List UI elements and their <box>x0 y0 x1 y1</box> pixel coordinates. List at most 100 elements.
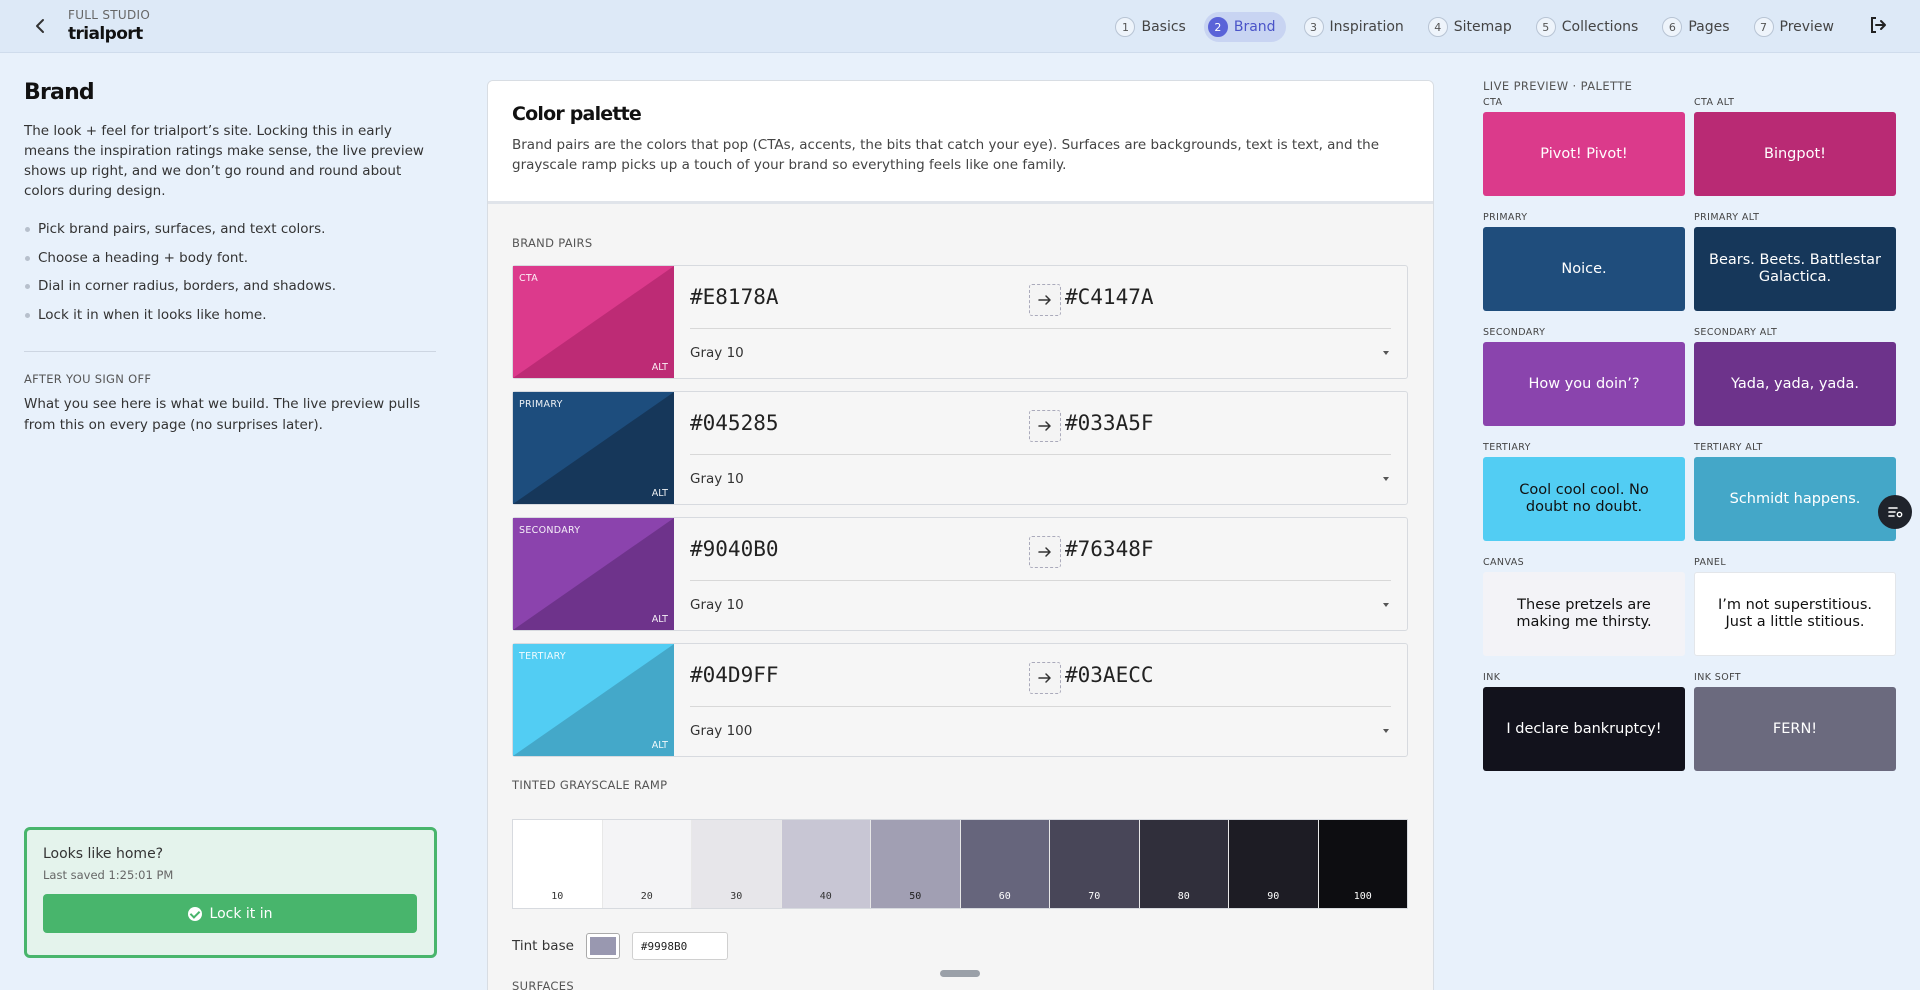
brand-pair-cta: CTA ALT #E8178A #C4147A Gray 10 <box>512 265 1408 379</box>
ramp-step: 90 <box>1229 820 1319 908</box>
preview-tile-label: TERTIARY ALT <box>1694 442 1763 453</box>
step-number: 5 <box>1535 17 1556 37</box>
chevron-down-icon <box>1383 351 1389 355</box>
pair-swatch[interactable]: TERTIARY ALT <box>513 644 674 756</box>
divider <box>690 454 1391 455</box>
sign-out-icon <box>1871 17 1886 33</box>
step-label: Collections <box>1561 19 1639 35</box>
preview-tile-text: These pretzels are making me thirsty. <box>1483 572 1685 656</box>
ramp-step: 40 <box>781 820 871 908</box>
floating-menu-button[interactable] <box>1878 495 1912 529</box>
preview-tile-text: Noice. <box>1483 227 1685 311</box>
lock-question: Looks like home? <box>43 846 164 862</box>
base-hex[interactable]: #04D9FF <box>690 663 779 687</box>
step-sitemap[interactable]: 4 Sitemap <box>1422 12 1518 42</box>
pair-swatch[interactable]: PRIMARY ALT <box>513 392 674 504</box>
preview-tile-label: INK <box>1483 672 1501 683</box>
preview-tile-text: FERN! <box>1694 687 1896 771</box>
base-hex[interactable]: #045285 <box>690 411 779 435</box>
check-circle-icon <box>187 906 202 921</box>
live-preview-title: LIVE PREVIEW · PALETTE <box>1483 79 1633 93</box>
ramp-step: 10 <box>513 820 603 908</box>
text-color-value: Gray 10 <box>690 471 744 487</box>
preview-tile-label: PRIMARY ALT <box>1694 212 1760 223</box>
preview-tile-label: PANEL <box>1694 557 1727 568</box>
tint-hex-input[interactable] <box>631 932 728 960</box>
alt-tag: ALT <box>651 362 668 373</box>
back-button[interactable] <box>28 14 52 38</box>
alt-hex[interactable]: #C4147A <box>1065 285 1154 309</box>
derive-alt-button[interactable] <box>1029 410 1061 442</box>
pair-swatch[interactable]: CTA ALT <box>513 266 674 378</box>
text-color-select[interactable]: Gray 10 <box>690 464 1391 494</box>
alt-hex[interactable]: #03AECC <box>1065 663 1154 687</box>
derive-alt-button[interactable] <box>1029 662 1061 694</box>
step-number: 6 <box>1662 17 1683 37</box>
arrow-right-icon <box>1038 673 1051 683</box>
derive-alt-button[interactable] <box>1029 536 1061 568</box>
ramp-step-label: 50 <box>909 891 922 902</box>
list-item: Choose a heading + body font. <box>24 244 436 273</box>
palette-header: Color palette Brand pairs are the colors… <box>488 81 1433 204</box>
step-label: Inspiration <box>1329 19 1404 35</box>
preview-tile-panel: PANEL I’m not superstitious. Just a litt… <box>1694 557 1896 656</box>
preview-tile-tertiary: TERTIARY Cool cool cool. No doubt no dou… <box>1483 442 1685 541</box>
pair-name: SECONDARY <box>519 525 581 536</box>
ramp-step-label: 100 <box>1353 891 1372 902</box>
step-basics[interactable]: 1 Basics <box>1109 12 1191 42</box>
step-preview[interactable]: 7 Preview <box>1748 12 1841 42</box>
ramp-step: 100 <box>1318 820 1407 908</box>
brand-pair-primary: PRIMARY ALT #045285 #033A5F Gray 10 <box>512 391 1408 505</box>
text-color-select[interactable]: Gray 10 <box>690 338 1391 368</box>
preview-tile-label: PRIMARY <box>1483 212 1528 223</box>
preview-tile-label: SECONDARY ALT <box>1694 327 1778 338</box>
alt-tag: ALT <box>651 488 668 499</box>
ramp-step-label: 30 <box>730 891 743 902</box>
text-color-select[interactable]: Gray 100 <box>690 716 1391 746</box>
tint-swatch <box>589 937 616 955</box>
tint-color-picker[interactable] <box>585 933 620 959</box>
exit-button[interactable] <box>1868 15 1890 37</box>
tint-base-row: Tint base <box>512 932 728 960</box>
arrow-right-icon <box>1038 421 1051 431</box>
step-label: Brand <box>1233 19 1276 35</box>
ramp-step: 30 <box>692 820 782 908</box>
step-nav: 1 Basics 2 Brand 3 Inspiration 4 Sitemap 5 Collec… <box>1109 12 1840 42</box>
lock-button-label: Lock it in <box>209 905 273 922</box>
text-color-value: Gray 100 <box>690 723 753 739</box>
preview-tile-primary: PRIMARY Noice. <box>1483 212 1685 311</box>
preview-tile-tertiary-alt: TERTIARY ALT Schmidt happens. <box>1694 442 1896 541</box>
divider <box>24 351 436 352</box>
alt-hex[interactable]: #033A5F <box>1065 411 1154 435</box>
pair-swatch[interactable]: SECONDARY ALT <box>513 518 674 630</box>
intro-text: The look + feel for trialport’s site. Lo… <box>24 123 424 199</box>
chevron-left-icon <box>36 19 44 33</box>
text-color-value: Gray 10 <box>690 345 744 361</box>
list-item: Lock it in when it looks like home. <box>24 301 436 330</box>
brand-intro-panel: Brand The look + feel for trialport’s si… <box>24 54 436 436</box>
step-pages[interactable]: 6 Pages <box>1656 12 1735 42</box>
color-palette-card: Color palette Brand pairs are the colors… <box>487 80 1434 990</box>
text-color-select[interactable]: Gray 10 <box>690 590 1391 620</box>
ramp-step-label: 60 <box>998 891 1011 902</box>
lock-it-in-button[interactable]: Lock it in <box>43 894 417 933</box>
ramp-step-label: 20 <box>640 891 653 902</box>
base-hex[interactable]: #E8178A <box>690 285 779 309</box>
scroll-handle[interactable] <box>940 970 980 977</box>
ramp-label: TINTED GRAYSCALE RAMP <box>512 778 668 792</box>
step-collections[interactable]: 5 Collections <box>1530 12 1645 42</box>
step-label: Pages <box>1688 19 1730 35</box>
step-brand[interactable]: 2 Brand <box>1203 12 1286 42</box>
surfaces-label: SURFACES <box>512 979 574 990</box>
step-inspiration[interactable]: 3 Inspiration <box>1298 12 1410 42</box>
derive-alt-button[interactable] <box>1029 284 1061 316</box>
arrow-right-icon <box>1038 547 1051 557</box>
list-item: Dial in corner radius, borders, and shad… <box>24 272 436 301</box>
preview-tile-label: TERTIARY <box>1483 442 1531 453</box>
alt-hex[interactable]: #76348F <box>1065 537 1154 561</box>
ramp-step-label: 70 <box>1088 891 1101 902</box>
live-preview-panel: LIVE PREVIEW · PALETTE <box>1483 79 1896 93</box>
ramp-step-label: 90 <box>1267 891 1280 902</box>
base-hex[interactable]: #9040B0 <box>690 537 779 561</box>
preview-tile-text: How you doin’? <box>1483 342 1685 426</box>
